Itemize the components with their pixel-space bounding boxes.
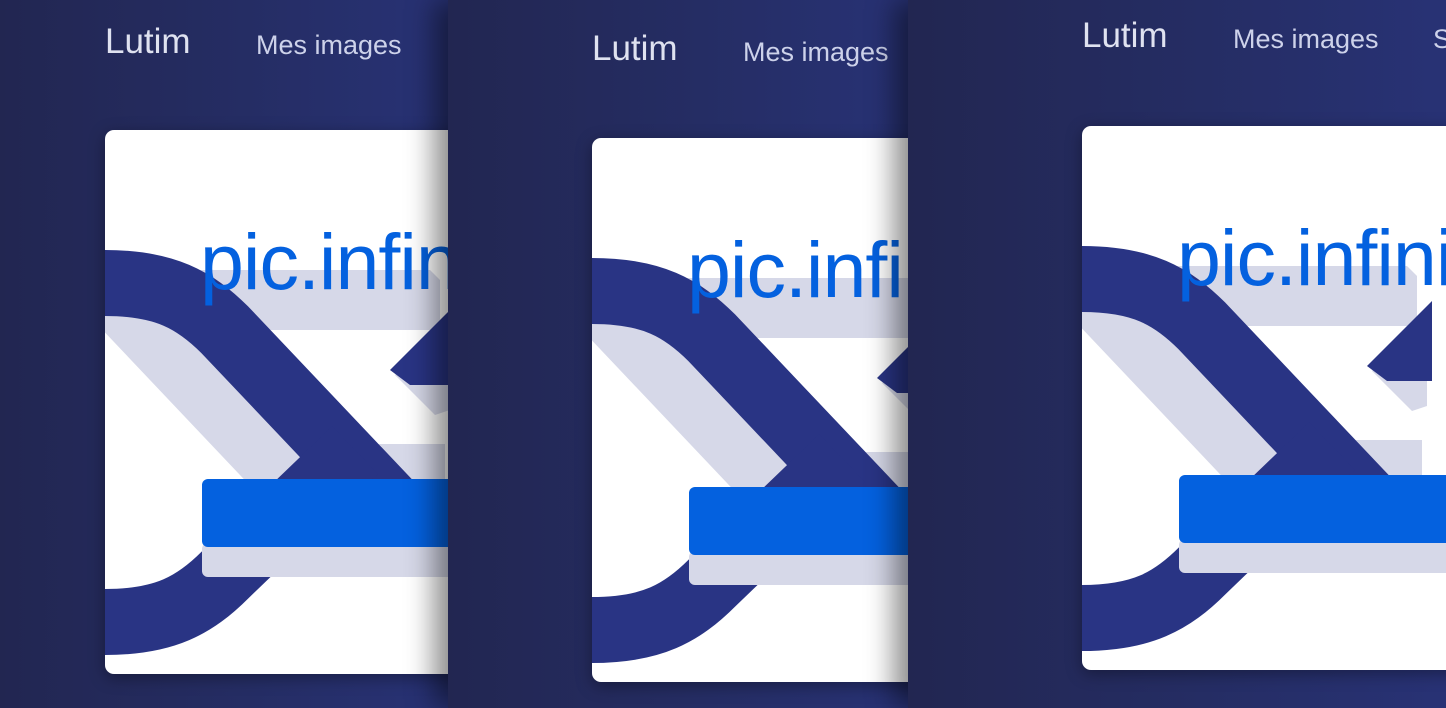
top-navbar: Lutim Mes images S xyxy=(1082,16,1446,96)
site-title: pic.infini.fr xyxy=(687,225,908,314)
top-navbar: Lutim Mes images xyxy=(592,29,908,109)
infini-logo xyxy=(1082,246,1446,651)
upload-button[interactable] xyxy=(202,479,448,547)
brand-link[interactable]: Lutim xyxy=(592,29,678,69)
brand-link[interactable]: Lutim xyxy=(105,22,191,62)
upload-button[interactable] xyxy=(689,487,908,555)
site-title: pic.infini.fr xyxy=(200,217,448,306)
app-panel-3: Lutim Mes images S pic.infini.fr xyxy=(908,0,1446,708)
nav-link-my-images[interactable]: Mes images xyxy=(256,30,402,61)
brand-link[interactable]: Lutim xyxy=(1082,16,1168,56)
nav-link-my-images[interactable]: Mes images xyxy=(1233,24,1379,55)
upload-card: pic.infini.fr xyxy=(592,138,908,682)
upload-card: pic.infini.fr xyxy=(105,130,448,674)
upload-button[interactable] xyxy=(1179,475,1446,543)
nav-link-my-images[interactable]: Mes images xyxy=(743,37,889,68)
top-navbar: Lutim Mes images xyxy=(105,22,448,102)
infini-logo xyxy=(592,258,908,663)
app-panel-1: Lutim Mes images pic.infini.fr xyxy=(0,0,448,708)
nav-link-next[interactable]: S xyxy=(1433,24,1446,55)
infini-logo xyxy=(105,250,448,655)
site-title: pic.infini.fr xyxy=(1177,213,1446,302)
app-panel-2: Lutim Mes images pic.infini.fr xyxy=(448,0,908,708)
upload-card: pic.infini.fr xyxy=(1082,126,1446,670)
